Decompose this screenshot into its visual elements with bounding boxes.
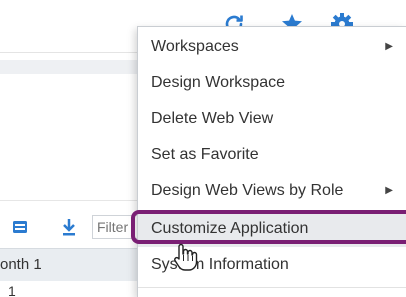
column-header[interactable]: onth 1 (0, 256, 42, 273)
hand-cursor-icon (172, 242, 198, 272)
menu-item-label: Customize Application (151, 220, 309, 237)
menu-item-set-as-favorite[interactable]: Set as Favorite (138, 137, 406, 173)
chevron-right-icon: ▶ (385, 41, 393, 52)
menu-item-label: Design Web Views by Role (151, 182, 344, 199)
menu-divider (138, 287, 406, 288)
menu-item-label: Delete Web View (151, 110, 274, 127)
download-icon[interactable] (60, 217, 78, 237)
menu-item-label: Design Workspace (151, 74, 285, 91)
excel-export-icon[interactable] (12, 219, 28, 235)
content-pane (0, 74, 140, 214)
chevron-right-icon: ▶ (385, 185, 393, 196)
menu-item-label: Workspaces (151, 38, 239, 55)
menu-item-workspaces[interactable]: Workspaces ▶ (138, 29, 406, 65)
menu-item-design-web-views-by-role[interactable]: Design Web Views by Role ▶ (138, 173, 406, 209)
table-cell: 1 (8, 283, 16, 297)
menu-item-label: Set as Favorite (151, 146, 259, 163)
app-window: onth 1 1 Workspaces ▶ Design Workspace D… (0, 0, 406, 297)
menu-item-design-workspace[interactable]: Design Workspace (138, 65, 406, 101)
menu-item-delete-web-view[interactable]: Delete Web View (138, 101, 406, 137)
